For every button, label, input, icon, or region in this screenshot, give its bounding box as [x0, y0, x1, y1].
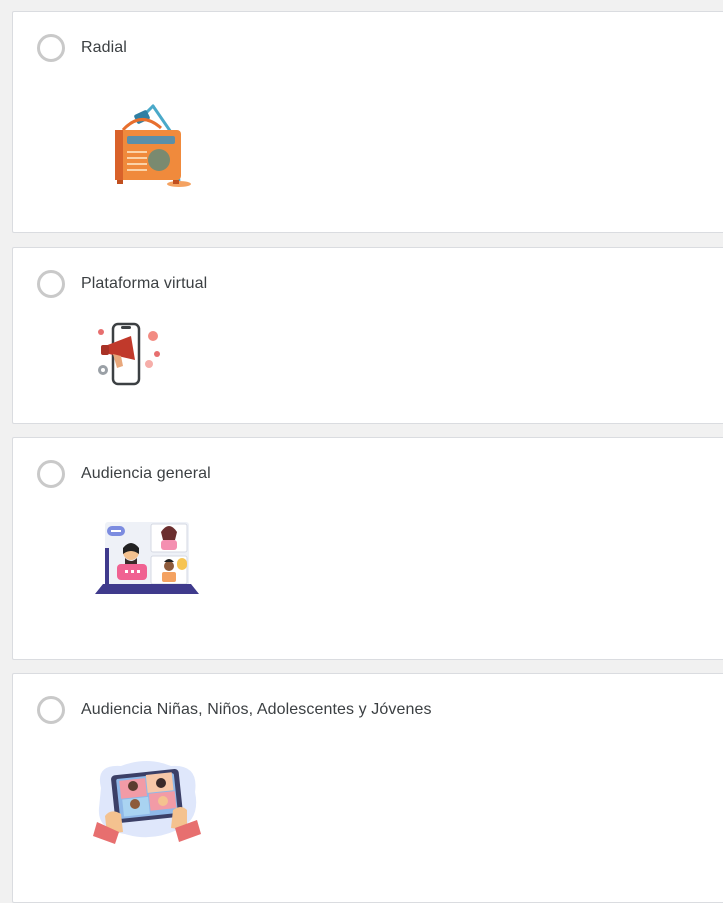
option-audiencia-nnaj[interactable]: Audiencia Niñas, Niños, Adolescentes y J…	[37, 696, 432, 724]
tablet-group-illustration	[93, 761, 201, 844]
option-label: Audiencia Niñas, Niños, Adolescentes y J…	[81, 701, 432, 718]
option-card-audiencia-general[interactable]: Audiencia general	[12, 437, 723, 660]
option-card-audiencia-nnaj[interactable]: Audiencia Niñas, Niños, Adolescentes y J…	[12, 673, 723, 903]
option-label: Audiencia general	[81, 465, 211, 482]
option-label: Plataforma virtual	[81, 275, 208, 292]
phone-megaphone-illustration	[98, 322, 160, 386]
radio-button[interactable]	[37, 270, 65, 298]
option-card-radial[interactable]: Radial	[12, 11, 723, 233]
option-radial[interactable]: Radial	[37, 34, 127, 62]
option-audiencia-general[interactable]: Audiencia general	[37, 460, 211, 488]
option-plataforma-virtual[interactable]: Plataforma virtual	[37, 270, 207, 298]
radio-illustration	[115, 104, 191, 187]
radio-button[interactable]	[37, 696, 65, 724]
option-card-plataforma-virtual[interactable]: Plataforma virtual	[12, 247, 723, 424]
option-label: Radial	[81, 39, 127, 56]
radio-button[interactable]	[37, 460, 65, 488]
video-call-illustration	[95, 522, 199, 594]
radio-button[interactable]	[37, 34, 65, 62]
